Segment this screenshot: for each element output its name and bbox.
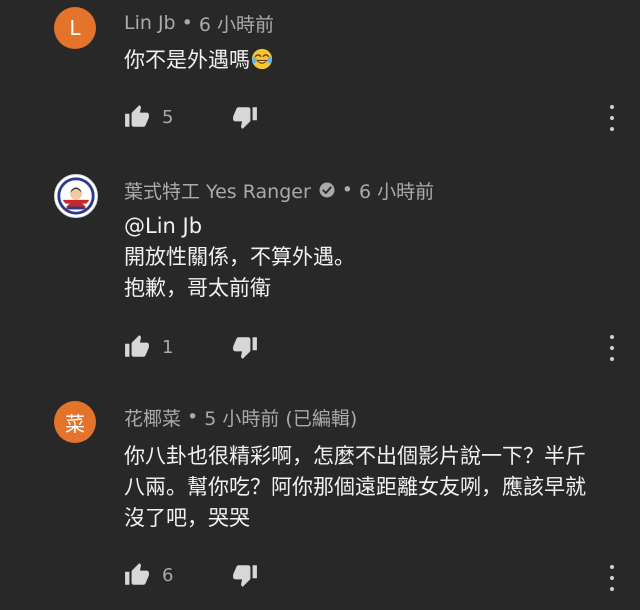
separator-dot: • <box>341 179 353 201</box>
comment-actions: 6 <box>124 562 258 588</box>
comment-text: @Lin Jb 開放性關係，不算外遇。 抱歉，哥太前衛 <box>124 211 624 304</box>
more-options-icon[interactable] <box>604 335 620 361</box>
comment-line: 抱歉，哥太前衛 <box>124 276 271 300</box>
comment-actions: 5 <box>124 104 258 130</box>
like-count: 6 <box>162 564 174 586</box>
comment-text: 你不是外遇嗎 <box>124 45 624 76</box>
avatar-letter: L <box>69 16 81 40</box>
like-count: 1 <box>162 336 174 358</box>
comment-header: Lin Jb • 6 小時前 <box>124 10 274 37</box>
comment-line: 你八卦也很精彩啊，怎麼不出個影片說一下？半斤 <box>124 444 586 468</box>
timestamp[interactable]: 5 小時前 (已編輯) <box>204 404 357 431</box>
thumbs-up-icon[interactable] <box>124 562 150 588</box>
author-name[interactable]: Lin Jb <box>124 12 176 34</box>
channel-logo-icon <box>55 175 97 217</box>
comment-text: 你八卦也很精彩啊，怎麼不出個影片說一下？半斤 八兩。幫你吃？阿你那個遠距離女友咧… <box>124 441 624 534</box>
avatar[interactable] <box>54 174 98 218</box>
author-name[interactable]: 葉式特工 Yes Ranger <box>124 177 311 204</box>
comment-item: 葉式特工 Yes Ranger • 6 小時前 @Lin Jb 開放性關係，不算… <box>0 165 640 375</box>
comment-line: 沒了吧，哭哭 <box>124 506 250 530</box>
comment-line: @Lin Jb <box>124 214 203 238</box>
comment-header: 葉式特工 Yes Ranger • 6 小時前 <box>124 177 434 204</box>
avatar-letter: 菜 <box>65 411 85 436</box>
comment-item: L Lin Jb • 6 小時前 你不是外遇嗎 5 <box>0 0 640 140</box>
comment-item: 菜 花椰菜 • 5 小時前 (已編輯) 你八卦也很精彩啊，怎麼不出個影片說一下？… <box>0 395 640 610</box>
comment-line: 開放性關係，不算外遇。 <box>124 245 355 269</box>
comment-line: 八兩。幫你吃？阿你那個遠距離女友咧，應該早就 <box>124 475 586 499</box>
avatar[interactable]: 菜 <box>54 401 96 443</box>
thumbs-down-icon[interactable] <box>232 562 258 588</box>
more-options-icon[interactable] <box>604 565 620 591</box>
verified-badge-icon <box>319 182 335 198</box>
more-options-icon[interactable] <box>604 105 620 131</box>
comment-actions: 1 <box>124 334 258 360</box>
timestamp[interactable]: 6 小時前 <box>199 10 274 37</box>
separator-dot: • <box>181 12 193 34</box>
thumbs-down-icon[interactable] <box>232 104 258 130</box>
thumbs-up-icon[interactable] <box>124 104 150 130</box>
timestamp[interactable]: 6 小時前 <box>359 177 434 204</box>
comment-line-text: 你不是外遇嗎 <box>124 48 250 72</box>
like-count: 5 <box>162 106 174 128</box>
thumbs-up-icon[interactable] <box>124 334 150 360</box>
comment-header: 花椰菜 • 5 小時前 (已編輯) <box>124 404 357 431</box>
separator-dot: • <box>187 406 199 428</box>
author-name[interactable]: 花椰菜 <box>124 404 181 431</box>
avatar[interactable]: L <box>54 7 96 49</box>
thumbs-down-icon[interactable] <box>232 334 258 360</box>
face-with-tears-of-joy-icon <box>251 48 273 70</box>
comment-line: 你不是外遇嗎 <box>124 45 624 76</box>
